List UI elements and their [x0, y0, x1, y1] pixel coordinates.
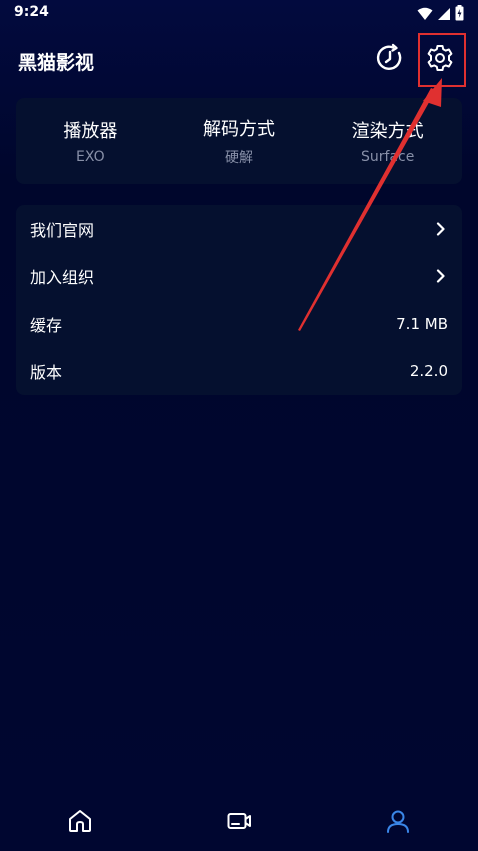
status-time: 9:24 — [14, 4, 49, 20]
history-button[interactable] — [372, 42, 408, 78]
chevron-right-icon — [434, 222, 448, 236]
version-row[interactable]: 版本 2.2.0 — [16, 348, 462, 396]
decode-label: 解码方式 — [203, 119, 275, 140]
player-label: 播放器 — [63, 121, 118, 142]
official-site-row[interactable]: 我们官网 — [16, 205, 462, 253]
render-setting[interactable]: 渲染方式 Surface — [313, 98, 462, 184]
cache-row[interactable]: 缓存 7.1 MB — [16, 300, 462, 348]
version-value: 2.2.0 — [409, 362, 448, 381]
settings-button[interactable] — [422, 42, 458, 78]
nav-video[interactable] — [159, 795, 318, 851]
chevron-right-icon — [434, 269, 448, 283]
user-icon — [385, 808, 411, 838]
join-group-row[interactable]: 加入组织 — [16, 253, 462, 301]
home-icon — [67, 808, 93, 838]
cache-value: 7.1 MB — [396, 314, 448, 333]
version-label: 版本 — [30, 363, 63, 383]
bottom-nav — [0, 795, 478, 851]
settings-page: 9:24 黑猫影视 播放器 EXO 解码方式 硬解 渲染方式 Surface 我… — [0, 0, 478, 851]
status-icons — [417, 5, 464, 25]
player-value: EXO — [76, 149, 105, 165]
wifi-icon — [417, 6, 433, 25]
cache-label: 缓存 — [30, 315, 63, 335]
player-setting[interactable]: 播放器 EXO — [16, 98, 165, 184]
app-title: 黑猫影视 — [18, 52, 95, 74]
official-site-label: 我们官网 — [30, 220, 95, 240]
render-label: 渲染方式 — [351, 121, 424, 142]
history-icon — [375, 43, 405, 77]
signal-icon — [437, 6, 451, 25]
gear-icon — [425, 43, 455, 77]
nav-home[interactable] — [0, 795, 159, 851]
player-info-card: 播放器 EXO 解码方式 硬解 渲染方式 Surface — [16, 98, 462, 184]
decode-value: 硬解 — [225, 150, 253, 166]
menu-list: 我们官网 加入组织 缓存 7.1 MB 版本 2.2.0 — [16, 205, 462, 395]
nav-profile[interactable] — [319, 795, 478, 851]
video-icon — [226, 808, 252, 838]
status-bar: 9:24 — [0, 0, 478, 28]
app-header: 黑猫影视 — [0, 38, 478, 82]
join-group-label: 加入组织 — [30, 268, 95, 288]
battery-icon — [455, 5, 464, 25]
decode-setting[interactable]: 解码方式 硬解 — [165, 98, 314, 184]
render-value: Surface — [361, 149, 415, 165]
